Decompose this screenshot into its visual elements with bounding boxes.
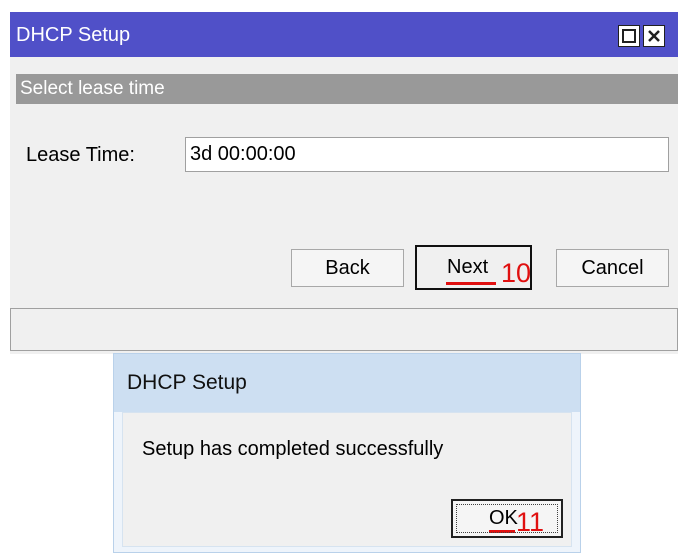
step-11-underline <box>489 530 515 533</box>
back-button-label: Back <box>325 256 370 279</box>
cancel-button-label: Cancel <box>581 256 644 279</box>
success-message: Setup has completed successfully <box>142 438 444 460</box>
title-bar[interactable]: DHCP Setup <box>10 12 678 57</box>
status-bar <box>10 308 678 351</box>
step-11-marker: 11 <box>516 507 545 537</box>
next-button-label: Next <box>447 256 489 278</box>
window-title: DHCP Setup <box>16 24 131 46</box>
section-header: Select lease time <box>16 74 678 104</box>
step-10-marker: 10 <box>501 258 532 288</box>
dialog-title-bar[interactable]: DHCP Setup <box>114 354 580 412</box>
ok-button[interactable]: OK 11 <box>451 499 563 538</box>
close-button[interactable] <box>643 25 665 47</box>
cancel-button[interactable]: Cancel <box>556 249 669 287</box>
close-icon <box>648 30 660 42</box>
dhcp-setup-lease-window: DHCP Setup Select lease time Lease Time:… <box>10 12 678 354</box>
lease-time-input[interactable] <box>185 137 669 172</box>
lease-time-label: Lease Time: <box>26 144 135 166</box>
ok-button-label: OK <box>489 507 518 529</box>
maximize-button[interactable] <box>618 25 640 47</box>
back-button[interactable]: Back <box>291 249 404 287</box>
dialog-title: DHCP Setup <box>127 371 247 394</box>
step-10-underline <box>446 282 496 285</box>
section-header-label: Select lease time <box>20 78 165 99</box>
dialog-body: Setup has completed successfully OK 11 <box>122 412 572 547</box>
maximize-icon <box>622 29 636 43</box>
setup-complete-dialog: DHCP Setup Setup has completed successfu… <box>113 353 581 553</box>
